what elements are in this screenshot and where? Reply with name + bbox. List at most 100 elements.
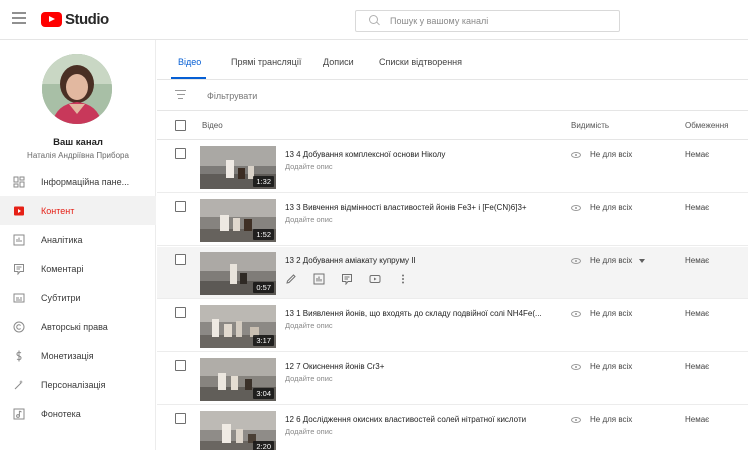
table-row[interactable]: 1:32 13 4 Добування комплексної основи Н… xyxy=(157,141,748,193)
table-row[interactable]: 3:04 12 7 Окиснення йонів Cr3+ Додайте о… xyxy=(157,353,748,405)
video-duration: 2:20 xyxy=(253,441,274,450)
search-icon[interactable] xyxy=(364,11,384,31)
studio-logo[interactable]: Studio xyxy=(41,11,109,28)
restrictions-value: Немає xyxy=(685,150,710,159)
tab-videos[interactable]: Відео xyxy=(178,57,201,67)
analytics-icon[interactable] xyxy=(313,273,325,285)
analytics-icon xyxy=(13,234,25,246)
column-header-video: Відео xyxy=(202,121,223,130)
video-title[interactable]: 12 6 Дослідження окисних властивостей со… xyxy=(285,415,526,424)
table-row[interactable]: 1:52 13 3 Вивчення відмінності властивос… xyxy=(157,194,748,246)
table-header: Відео Видимість Обмеження xyxy=(157,112,748,140)
row-checkbox[interactable] xyxy=(175,360,186,371)
sidebar-item-label: Субтитри xyxy=(41,292,81,303)
visibility-cell: Не для всіх xyxy=(571,309,632,318)
video-thumbnail[interactable]: 2:20 xyxy=(200,411,276,450)
row-checkbox[interactable] xyxy=(175,254,186,265)
video-title[interactable]: 13 1 Виявлення йонів, що входять до скла… xyxy=(285,309,542,318)
video-thumbnail[interactable]: 0:57 xyxy=(200,252,276,295)
row-checkbox[interactable] xyxy=(175,148,186,159)
visibility-cell[interactable]: Не для всіх xyxy=(571,256,646,265)
sidebar-item-label: Фонотека xyxy=(41,408,81,419)
active-tab-indicator xyxy=(171,77,206,79)
video-title[interactable]: 13 2 Добування аміакату купруму ІІ xyxy=(285,256,416,265)
table-row[interactable]: 2:20 12 6 Дослідження окисних властивост… xyxy=(157,406,748,450)
video-description[interactable]: Додайте опис xyxy=(285,427,333,436)
eye-icon xyxy=(571,363,581,370)
video-description[interactable]: Додайте опис xyxy=(285,374,333,383)
comments-icon[interactable] xyxy=(341,273,353,285)
video-description[interactable]: Додайте опис xyxy=(285,162,333,171)
row-checkbox[interactable] xyxy=(175,201,186,212)
eye-icon xyxy=(571,151,581,158)
main-content: Відео Прямі трансляції Дописи Списки від… xyxy=(157,40,748,450)
visibility-value: Не для всіх xyxy=(590,415,633,424)
content-icon xyxy=(13,205,25,217)
video-title[interactable]: 13 3 Вивчення відмінності властивостей й… xyxy=(285,203,527,212)
video-thumbnail[interactable]: 1:32 xyxy=(200,146,276,189)
visibility-value: Не для всіх xyxy=(590,150,633,159)
video-thumbnail[interactable]: 3:04 xyxy=(200,358,276,401)
subtitles-icon xyxy=(13,292,25,304)
video-duration: 1:52 xyxy=(253,229,274,240)
restrictions-value: Немає xyxy=(685,362,710,371)
eye-icon xyxy=(571,204,581,211)
sidebar-nav: Інформаційна пане... Контент Аналітика К… xyxy=(0,167,156,428)
sidebar-item-comments[interactable]: Коментарі xyxy=(0,254,156,283)
filter-icon[interactable] xyxy=(175,90,186,100)
sidebar-item-copyright[interactable]: Авторські права xyxy=(0,312,156,341)
video-thumbnail[interactable]: 3:17 xyxy=(200,305,276,348)
column-header-restrictions[interactable]: Обмеження xyxy=(685,121,728,130)
sidebar: Ваш канал Наталія Андріївна Прибора Інфо… xyxy=(0,40,156,450)
edit-details-icon[interactable] xyxy=(285,273,297,285)
filter-input[interactable]: Фільтрувати xyxy=(207,91,257,101)
sidebar-item-dashboard[interactable]: Інформаційна пане... xyxy=(0,167,156,196)
sidebar-item-content[interactable]: Контент xyxy=(0,196,156,225)
channel-avatar[interactable] xyxy=(42,54,112,124)
table-row[interactable]: 3:17 13 1 Виявлення йонів, що входять до… xyxy=(157,300,748,352)
search-box[interactable] xyxy=(355,10,620,32)
table-row[interactable]: 0:57 13 2 Добування аміакату купруму ІІ … xyxy=(157,247,748,299)
eye-icon xyxy=(571,416,581,423)
row-checkbox[interactable] xyxy=(175,307,186,318)
customization-icon xyxy=(13,379,25,391)
video-thumbnail[interactable]: 1:52 xyxy=(200,199,276,242)
video-duration: 3:17 xyxy=(253,335,274,346)
hamburger-menu-icon[interactable] xyxy=(12,12,26,24)
restrictions-value: Немає xyxy=(685,203,710,212)
sidebar-item-subtitles[interactable]: Субтитри xyxy=(0,283,156,312)
eye-icon xyxy=(571,257,581,264)
sidebar-item-label: Коментарі xyxy=(41,263,84,274)
chevron-down-icon[interactable] xyxy=(639,258,646,263)
sidebar-item-audio-library[interactable]: Фонотека xyxy=(0,399,156,428)
monetization-icon xyxy=(13,350,25,362)
sidebar-item-monetization[interactable]: Монетизація xyxy=(0,341,156,370)
tab-bar: Відео Прямі трансляції Дописи Списки від… xyxy=(157,40,748,80)
visibility-value: Не для всіх xyxy=(590,362,633,371)
sidebar-item-label: Авторські права xyxy=(41,321,108,332)
sidebar-item-label: Контент xyxy=(41,205,75,216)
sidebar-item-label: Аналітика xyxy=(41,234,83,245)
top-bar: Studio xyxy=(0,0,748,40)
video-description[interactable]: Додайте опис xyxy=(285,215,333,224)
tab-posts[interactable]: Дописи xyxy=(323,57,354,67)
youtube-play-icon[interactable] xyxy=(369,273,381,285)
youtube-play-icon xyxy=(41,12,62,27)
column-header-visibility[interactable]: Видимість xyxy=(571,121,609,130)
restrictions-value: Немає xyxy=(685,415,710,424)
visibility-value[interactable]: Не для всіх xyxy=(590,256,632,265)
more-options-icon[interactable] xyxy=(397,273,409,285)
tab-playlists[interactable]: Списки відтворення xyxy=(379,57,462,67)
tab-live[interactable]: Прямі трансляції xyxy=(231,57,301,67)
sidebar-item-label: Персоналізація xyxy=(41,379,106,390)
audio-library-icon xyxy=(13,408,25,420)
search-input[interactable] xyxy=(390,16,610,26)
row-checkbox[interactable] xyxy=(175,413,186,424)
copyright-icon xyxy=(13,321,25,333)
video-description[interactable]: Додайте опис xyxy=(285,321,333,330)
select-all-checkbox[interactable] xyxy=(175,120,186,131)
video-title[interactable]: 12 7 Окиснення йонів Cr3+ xyxy=(285,362,384,371)
video-title[interactable]: 13 4 Добування комплексної основи Ніколу xyxy=(285,150,445,159)
sidebar-item-analytics[interactable]: Аналітика xyxy=(0,225,156,254)
sidebar-item-customization[interactable]: Персоналізація xyxy=(0,370,156,399)
